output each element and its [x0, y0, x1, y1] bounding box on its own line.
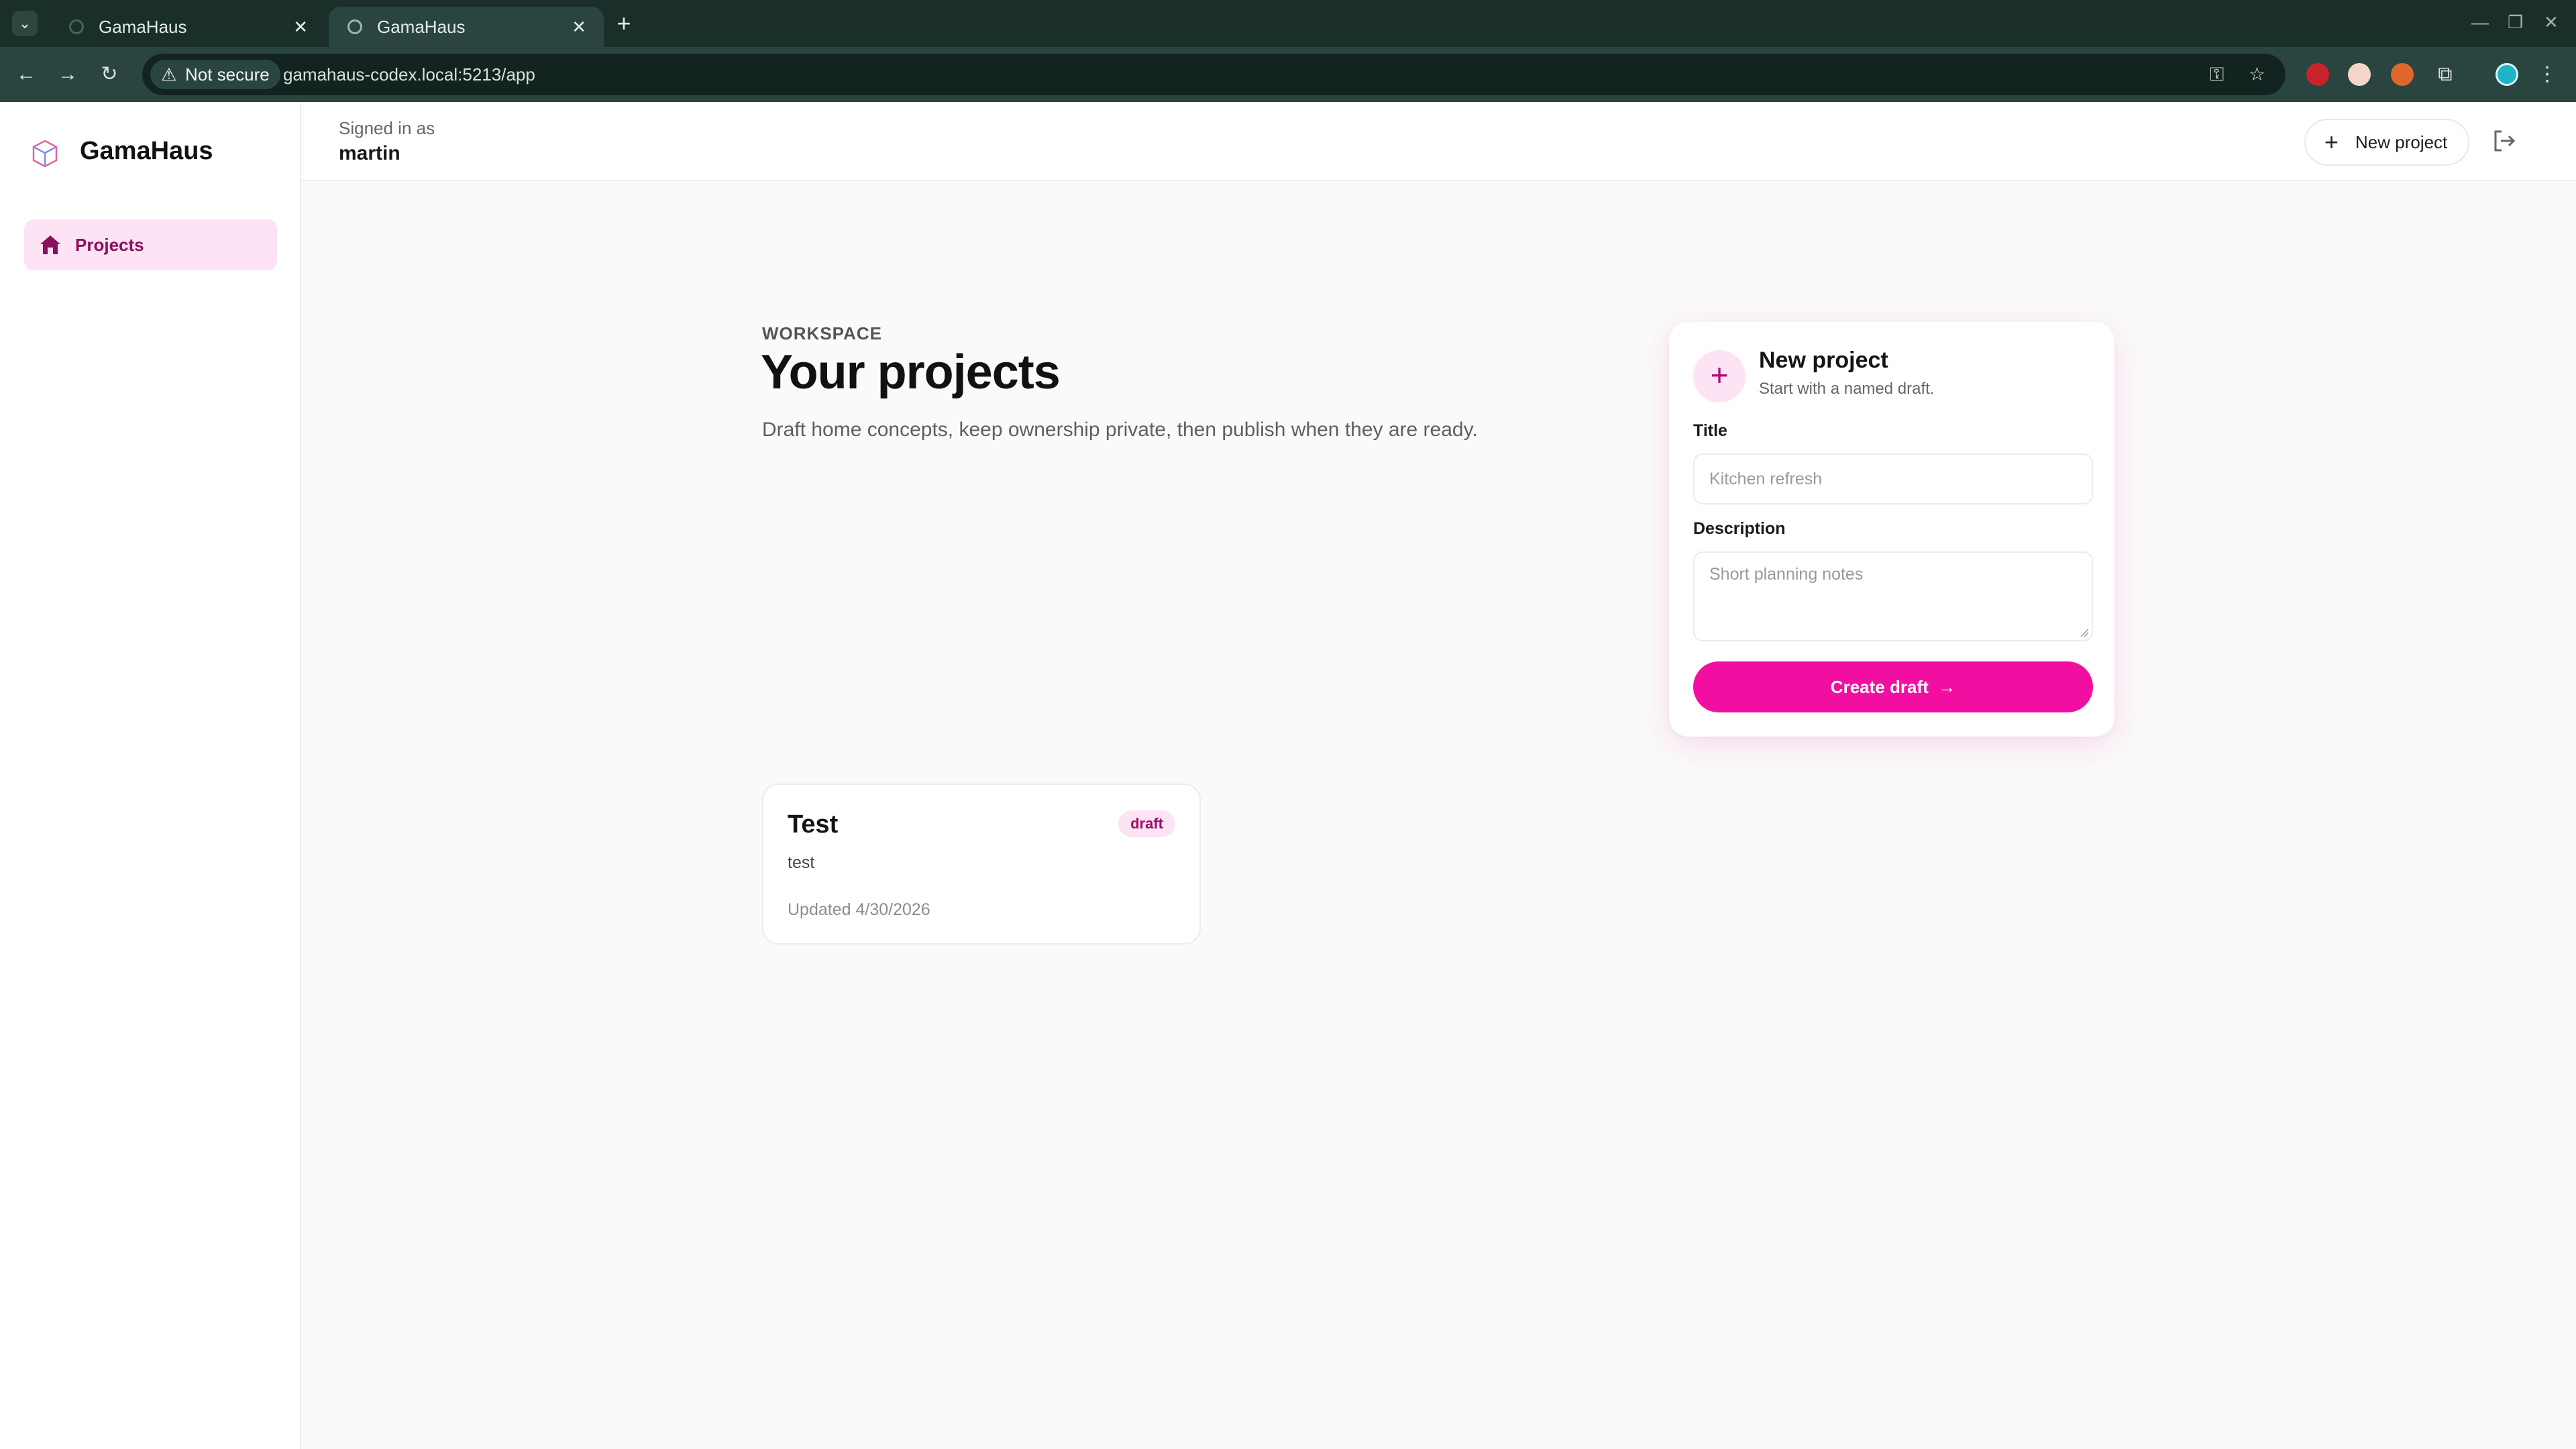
reload-icon[interactable]: ↻ [95, 60, 123, 89]
browser-menu-icon[interactable]: ⋮ [2533, 60, 2561, 89]
project-title: Test [788, 810, 839, 839]
new-project-button-label: New project [2355, 132, 2448, 152]
create-draft-label: Create draft [1830, 677, 1929, 697]
extension-icon[interactable] [2391, 63, 2414, 86]
plus-icon: + [2324, 128, 2339, 156]
new-project-button[interactable]: + New project [2304, 119, 2469, 166]
description-placeholder: Short planning notes [1709, 565, 1864, 584]
security-chip[interactable]: ⚠ Not secure [150, 60, 280, 89]
sidebar-item-label: Projects [75, 235, 144, 255]
close-tab-icon[interactable]: ✕ [572, 7, 586, 47]
profile-avatar[interactable] [2496, 63, 2518, 86]
warning-icon: ⚠ [161, 64, 177, 85]
key-icon[interactable]: ⚿ [2210, 54, 2224, 95]
extension-icon[interactable] [2348, 63, 2371, 86]
new-tab-button[interactable]: + [610, 8, 637, 39]
arrow-right-icon: → [1933, 677, 1956, 697]
username: martin [339, 142, 400, 164]
project-description: test [788, 853, 815, 872]
topbar: Signed in as martin + New project [301, 102, 2576, 181]
restore-icon[interactable]: ❐ [2508, 12, 2523, 33]
card-subtitle: Start with a named draft. [1759, 380, 1935, 398]
close-tab-icon[interactable]: ✕ [293, 7, 308, 47]
page-title: Your projects [761, 345, 1061, 399]
plus-icon: + [1693, 350, 1746, 402]
tab-search-button[interactable]: ⌄ [12, 11, 38, 36]
section-eyebrow: WORKSPACE [762, 323, 882, 343]
browser-tab-bar: ⌄ GamaHaus ✕ GamaHaus ✕ + — ❐ ✕ [0, 0, 2576, 47]
globe-icon [347, 19, 362, 34]
browser-tab[interactable]: GamaHaus ✕ [50, 7, 325, 47]
brand-name: GamaHaus [80, 137, 213, 165]
extensions-puzzle-icon[interactable]: ⧉ [2431, 60, 2459, 89]
sidebar-item-projects[interactable]: Projects [24, 219, 277, 270]
home-icon [40, 235, 60, 254]
cube-logo-icon [32, 140, 58, 168]
status-badge: draft [1118, 810, 1175, 837]
project-card[interactable]: Test draft test Updated 4/30/2026 [762, 784, 1201, 945]
new-project-card: + New project Start with a named draft. … [1669, 322, 2114, 737]
close-window-icon[interactable]: ✕ [2544, 12, 2559, 33]
signed-in-label: Signed in as [339, 118, 435, 138]
address-bar[interactable]: ⚠ Not secure gamahaus-codex.local:5213/a… [142, 54, 2286, 95]
url-text[interactable]: gamahaus-codex.local:5213/app [283, 54, 535, 95]
bookmark-star-icon[interactable]: ☆ [2249, 54, 2265, 95]
back-icon[interactable]: ← [12, 60, 40, 89]
page-subtitle: Draft home concepts, keep ownership priv… [762, 419, 1478, 441]
minimize-icon[interactable]: — [2471, 12, 2489, 33]
app-root: GamaHaus Projects Signed in as martin + … [0, 102, 2576, 1449]
browser-toolbar: ← → ↻ ⚠ Not secure gamahaus-codex.local:… [0, 47, 2576, 102]
security-label: Not secure [185, 64, 270, 85]
logout-icon[interactable] [2491, 127, 2518, 154]
browser-tab-active[interactable]: GamaHaus ✕ [329, 7, 604, 47]
title-label: Title [1693, 421, 1727, 440]
project-updated: Updated 4/30/2026 [788, 900, 930, 919]
card-title: New project [1759, 347, 1888, 373]
extension-icon[interactable] [2306, 63, 2329, 86]
forward-icon[interactable]: → [54, 60, 82, 89]
description-textarea[interactable]: Short planning notes [1693, 551, 2093, 641]
resize-handle-icon[interactable] [2080, 628, 2089, 637]
tab-title: GamaHaus [99, 17, 187, 37]
sidebar: GamaHaus Projects [0, 102, 301, 1449]
globe-icon [69, 19, 84, 34]
description-label: Description [1693, 519, 1786, 538]
tab-title: GamaHaus [377, 17, 466, 37]
create-draft-button[interactable]: Create draft → [1693, 661, 2093, 712]
title-input[interactable]: Kitchen refresh [1693, 453, 2093, 504]
